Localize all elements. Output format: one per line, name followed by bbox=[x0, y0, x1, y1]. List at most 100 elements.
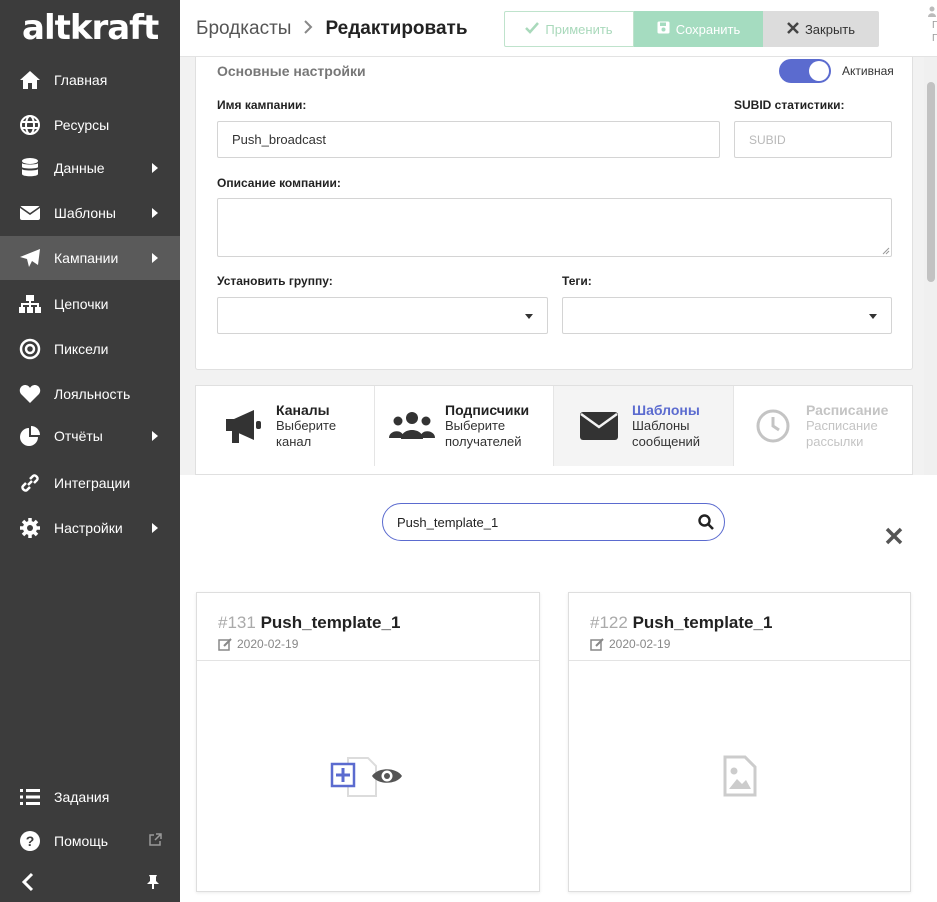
resize-handle-icon bbox=[882, 247, 890, 255]
target-icon bbox=[18, 337, 42, 361]
template-date: 2020-02-19 bbox=[237, 637, 299, 651]
template-card[interactable]: #131 Push_template_1 2020-02-19 bbox=[196, 592, 540, 892]
sidebar-item-label: Шаблоны bbox=[54, 205, 116, 221]
sidebar-item-label: Данные bbox=[54, 160, 105, 176]
page-title: Редактировать bbox=[325, 18, 468, 39]
template-name: Push_template_1 bbox=[632, 613, 773, 632]
card-date: 2020-02-19 bbox=[590, 637, 910, 651]
step-subtitle: рассылки bbox=[806, 434, 864, 449]
close-label: Закрыть bbox=[804, 21, 856, 37]
step-subtitle: сообщений bbox=[632, 434, 701, 449]
close-picker-icon[interactable] bbox=[885, 527, 903, 548]
collapse-sidebar-icon[interactable] bbox=[20, 872, 36, 895]
step-channels[interactable]: Каналы Выберите канал bbox=[196, 386, 374, 466]
sidebar-item-reports[interactable]: Отчёты bbox=[0, 414, 180, 458]
sidebar-item-tasks[interactable]: Задания bbox=[0, 775, 180, 819]
active-toggle[interactable] bbox=[779, 59, 831, 83]
sidebar-item-settings[interactable]: Настройки bbox=[0, 506, 180, 550]
sidebar-item-label: Помощь bbox=[54, 833, 109, 849]
step-title: Каналы bbox=[276, 402, 330, 418]
home-icon bbox=[18, 68, 42, 92]
users-icon bbox=[928, 6, 937, 21]
save-label: Сохранить bbox=[675, 21, 741, 37]
svg-text:?: ? bbox=[26, 833, 35, 849]
edge-text: Г. bbox=[932, 33, 937, 44]
toggle-knob bbox=[809, 61, 829, 81]
megaphone-icon bbox=[220, 403, 266, 449]
breadcrumb: Бродкасты Редактировать bbox=[196, 18, 468, 40]
database-icon bbox=[18, 156, 42, 180]
template-search-input[interactable]: Push_template_1 bbox=[382, 503, 725, 541]
step-subtitle: Шаблоны bbox=[632, 418, 690, 433]
chevron-right-icon bbox=[152, 431, 158, 441]
chevron-right-icon bbox=[152, 523, 158, 533]
campaign-settings-panel: Основные настройки Активная Имя кампании… bbox=[195, 57, 913, 370]
sidebar-item-label: Пиксели bbox=[54, 341, 109, 357]
wizard-steps: Каналы Выберите канал Подписчики Выберит… bbox=[195, 385, 913, 475]
step-schedule[interactable]: Расписание Расписание рассылки bbox=[734, 386, 912, 466]
step-templates[interactable]: Шаблоны Шаблоны сообщений bbox=[554, 386, 733, 466]
group-select[interactable] bbox=[217, 297, 548, 334]
step-subtitle: получателей bbox=[445, 434, 522, 449]
save-button[interactable]: Сохранить bbox=[634, 11, 763, 47]
tags-select[interactable] bbox=[562, 297, 892, 334]
campaign-name-input[interactable]: Push_broadcast bbox=[217, 121, 720, 158]
close-icon bbox=[787, 21, 799, 37]
sidebar-item-data[interactable]: Данные bbox=[0, 146, 180, 190]
template-date: 2020-02-19 bbox=[609, 637, 671, 651]
search-icon[interactable] bbox=[698, 514, 714, 533]
sidebar-item-resources[interactable]: Ресурсы bbox=[0, 103, 180, 147]
chevron-right-icon bbox=[303, 19, 313, 40]
sitemap-icon bbox=[18, 292, 42, 316]
sidebar-item-templates[interactable]: Шаблоны bbox=[0, 191, 180, 235]
edge-text: Г bbox=[932, 20, 937, 31]
step-title: Шаблоны bbox=[632, 402, 700, 418]
step-subscribers[interactable]: Подписчики Выберите получателей bbox=[375, 386, 553, 466]
sidebar-item-integrations[interactable]: Интеграции bbox=[0, 461, 180, 505]
pin-icon[interactable] bbox=[146, 874, 160, 893]
template-card[interactable]: #122 Push_template_1 2020-02-19 bbox=[568, 592, 911, 892]
section-title: Основные настройки bbox=[217, 63, 366, 79]
sidebar-item-label: Главная bbox=[54, 72, 108, 88]
sidebar-item-home[interactable]: Главная bbox=[0, 58, 180, 102]
card-preview bbox=[569, 661, 910, 891]
sidebar-item-pixels[interactable]: Пиксели bbox=[0, 327, 180, 371]
apply-button[interactable]: Применить bbox=[504, 11, 634, 47]
header: Бродкасты Редактировать Применить Сохран… bbox=[180, 0, 937, 57]
edit-icon bbox=[590, 637, 604, 651]
active-label: Активная bbox=[842, 64, 894, 78]
subid-input[interactable]: SUBID bbox=[734, 121, 892, 158]
sidebar-item-label: Настройки bbox=[54, 520, 123, 536]
sidebar-item-chains[interactable]: Цепочки bbox=[0, 282, 180, 326]
breadcrumb-root[interactable]: Бродкасты bbox=[196, 18, 291, 40]
sidebar-item-help[interactable]: ? Помощь bbox=[0, 819, 180, 863]
step-title: Расписание bbox=[806, 402, 889, 418]
template-name: Push_template_1 bbox=[260, 613, 401, 632]
step-subtitle: Выберите bbox=[276, 418, 337, 433]
search-value: Push_template_1 bbox=[397, 514, 499, 530]
sidebar-item-loyalty[interactable]: Лояльность bbox=[0, 372, 180, 416]
description-label: Описание компании: bbox=[217, 176, 341, 190]
envelope-icon bbox=[576, 403, 622, 449]
template-id: #122 bbox=[590, 613, 628, 632]
edit-icon bbox=[218, 637, 232, 651]
description-textarea[interactable] bbox=[217, 198, 892, 257]
sidebar-item-campaigns[interactable]: Кампании bbox=[0, 236, 180, 280]
add-preview-icon[interactable] bbox=[330, 754, 406, 798]
close-button[interactable]: Закрыть bbox=[763, 11, 879, 47]
globe-icon bbox=[18, 113, 42, 137]
subid-label: SUBID статистики: bbox=[734, 98, 845, 112]
caret-down-icon bbox=[869, 314, 877, 319]
scrollbar-thumb[interactable] bbox=[927, 82, 935, 282]
card-title: #122 Push_template_1 bbox=[590, 613, 910, 633]
card-header: #122 Push_template_1 2020-02-19 bbox=[569, 593, 910, 661]
sidebar-item-label: Кампании bbox=[54, 250, 119, 266]
sidebar-item-label: Задания bbox=[54, 789, 110, 805]
chevron-right-icon bbox=[152, 163, 158, 173]
template-id: #131 bbox=[218, 613, 256, 632]
card-preview bbox=[197, 661, 539, 891]
pie-chart-icon bbox=[18, 424, 42, 448]
question-icon: ? bbox=[18, 829, 42, 853]
gear-icon bbox=[18, 516, 42, 540]
image-file-icon bbox=[723, 755, 756, 797]
